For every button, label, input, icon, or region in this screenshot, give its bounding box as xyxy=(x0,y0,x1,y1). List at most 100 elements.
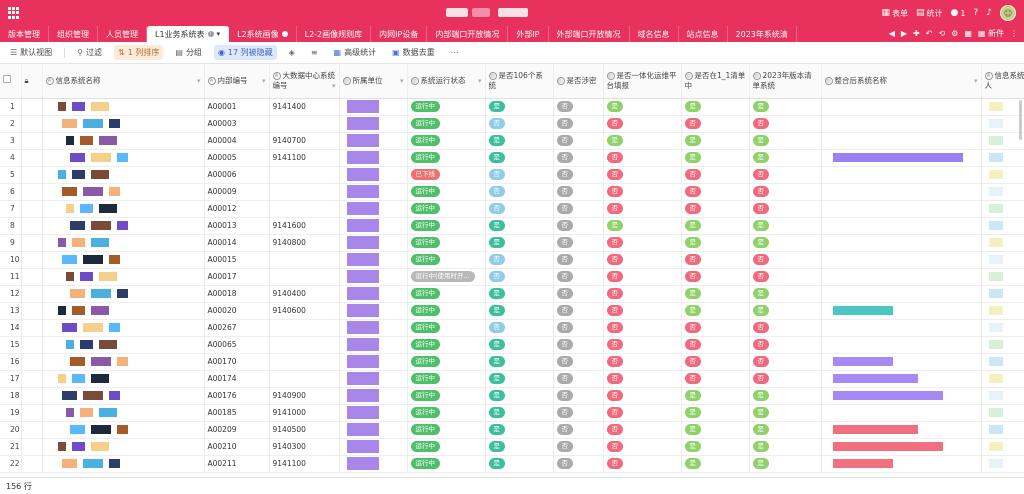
cell-contact[interactable] xyxy=(981,166,1024,184)
cell-contact[interactable] xyxy=(981,217,1024,235)
cell-unit[interactable] xyxy=(339,387,408,405)
cell-y23[interactable]: 否 xyxy=(749,353,822,371)
cell-s106[interactable]: 否 xyxy=(485,251,554,269)
col-header-106[interactable]: ◎ 是否106个系统 xyxy=(485,64,554,99)
cell-yt[interactable]: 否 xyxy=(603,268,682,286)
cell-bigdata-id[interactable]: 9141400 xyxy=(269,98,340,116)
cell-unit[interactable] xyxy=(339,302,408,320)
row-select-cell[interactable]: 19 xyxy=(0,404,22,422)
cell-q11[interactable]: 是 xyxy=(681,234,750,252)
chevron-down-icon[interactable]: ▾ xyxy=(262,76,266,86)
row-handle-cell[interactable] xyxy=(21,217,43,235)
cell-q11[interactable]: 是 xyxy=(681,387,750,405)
cell-internal-id[interactable]: A00209 xyxy=(204,421,270,439)
cell-merged-name[interactable] xyxy=(821,132,982,150)
row-select-cell[interactable]: 15 xyxy=(0,336,22,354)
cell-sm[interactable]: 否 xyxy=(553,251,604,269)
chevron-down-icon[interactable]: ▾ xyxy=(197,76,201,86)
cell-s106[interactable]: 否 xyxy=(485,115,554,133)
row-select-cell[interactable]: 3 xyxy=(0,132,22,150)
cell-q11[interactable]: 否 xyxy=(681,353,750,371)
cell-sm[interactable]: 否 xyxy=(553,115,604,133)
cell-q11[interactable]: 是 xyxy=(681,421,750,439)
cell-system-name[interactable] xyxy=(42,387,205,405)
cell-merged-name[interactable] xyxy=(821,251,982,269)
cell-internal-id[interactable]: A00211 xyxy=(204,455,270,473)
tab-version[interactable]: 版本管理 xyxy=(0,26,49,42)
cell-system-name[interactable] xyxy=(42,132,205,150)
cell-contact[interactable] xyxy=(981,115,1024,133)
cell-sm[interactable]: 否 xyxy=(553,370,604,388)
row-select-cell[interactable]: 6 xyxy=(0,183,22,201)
cell-bigdata-id[interactable]: 9140600 xyxy=(269,302,340,320)
cell-y23[interactable]: 是 xyxy=(749,387,822,405)
table-row[interactable]: 16 A00170 运行中 是 否 否 否 否 xyxy=(0,353,1024,371)
cell-q11[interactable]: 否 xyxy=(681,115,750,133)
scroll-tabs-right-icon[interactable]: ▶ xyxy=(901,29,907,38)
table-row[interactable]: 3 A00004 9140700 运行中 是 否 是 是 是 xyxy=(0,132,1024,150)
cell-yt[interactable]: 是 xyxy=(603,98,682,116)
cell-contact[interactable] xyxy=(981,455,1024,473)
cell-sm[interactable]: 否 xyxy=(553,336,604,354)
col-header-list-1-1[interactable]: ◎ 是否在1_1清单中 xyxy=(681,64,750,99)
cell-unit[interactable] xyxy=(339,319,408,337)
cell-internal-id[interactable]: A00018 xyxy=(204,285,270,303)
cell-s106[interactable]: 是 xyxy=(485,302,554,320)
cell-unit[interactable] xyxy=(339,183,408,201)
cell-internal-id[interactable]: A00004 xyxy=(204,132,270,150)
cell-y23[interactable]: 是 xyxy=(749,217,822,235)
cell-bigdata-id[interactable] xyxy=(269,166,340,184)
cell-merged-name[interactable] xyxy=(821,268,982,286)
cell-st[interactable]: 运行中 xyxy=(407,132,486,150)
cell-s106[interactable]: 否 xyxy=(485,319,554,337)
tab-l2-portrait[interactable]: L2系统画像 xyxy=(229,26,297,42)
cell-system-name[interactable] xyxy=(42,98,205,116)
cell-q11[interactable]: 否 xyxy=(681,370,750,388)
more-tools-button[interactable]: ⋯ xyxy=(447,46,463,59)
cell-st[interactable]: 运行中 xyxy=(407,387,486,405)
cell-contact[interactable] xyxy=(981,438,1024,456)
tab-internal-ports[interactable]: 内部端口开放情况 xyxy=(427,26,509,42)
cell-q11[interactable]: 否 xyxy=(681,200,750,218)
cell-q11[interactable]: 是 xyxy=(681,149,750,167)
cell-st[interactable]: 运行中 xyxy=(407,455,486,473)
cell-s106[interactable]: 是 xyxy=(485,353,554,371)
cell-system-name[interactable] xyxy=(42,370,205,388)
cell-sm[interactable]: 否 xyxy=(553,98,604,116)
cell-q11[interactable]: 是 xyxy=(681,438,750,456)
group-button[interactable]: ▤ 分组 xyxy=(171,45,206,60)
cell-q11[interactable]: 是 xyxy=(681,302,750,320)
cell-bigdata-id[interactable]: 9141000 xyxy=(269,404,340,422)
cell-y23[interactable]: 是 xyxy=(749,421,822,439)
cell-yt[interactable]: 否 xyxy=(603,404,682,422)
table-row[interactable]: 5 A00006 已下线 否 否 否 否 否 xyxy=(0,166,1024,184)
row-select-cell[interactable]: 12 xyxy=(0,285,22,303)
row-handle-cell[interactable] xyxy=(21,115,43,133)
cell-s106[interactable]: 否 xyxy=(485,200,554,218)
cell-internal-id[interactable]: A00012 xyxy=(204,200,270,218)
cell-yt[interactable]: 否 xyxy=(603,438,682,456)
cell-contact[interactable] xyxy=(981,370,1024,388)
cell-merged-name[interactable] xyxy=(821,149,982,167)
cell-sm[interactable]: 否 xyxy=(553,234,604,252)
table-row[interactable]: 15 A00065 运行中 是 否 否 否 否 xyxy=(0,336,1024,354)
cell-yt[interactable]: 否 xyxy=(603,302,682,320)
cell-system-name[interactable] xyxy=(42,353,205,371)
cell-y23[interactable]: 是 xyxy=(749,455,822,473)
cell-unit[interactable] xyxy=(339,149,408,167)
row-select-cell[interactable]: 5 xyxy=(0,166,22,184)
cell-q11[interactable]: 是 xyxy=(681,455,750,473)
cell-q11[interactable]: 是 xyxy=(681,217,750,235)
cell-bigdata-id[interactable]: 9140500 xyxy=(269,421,340,439)
cell-sm[interactable]: 否 xyxy=(553,438,604,456)
cell-contact[interactable] xyxy=(981,268,1024,286)
cell-s106[interactable]: 是 xyxy=(485,455,554,473)
tab-intranet-ip[interactable]: 内网IP设备 xyxy=(371,26,428,42)
cell-st[interactable]: 运行中 xyxy=(407,438,486,456)
cell-merged-name[interactable] xyxy=(821,302,982,320)
cell-bigdata-id[interactable] xyxy=(269,251,340,269)
cell-system-name[interactable] xyxy=(42,438,205,456)
row-select-cell[interactable]: 1 xyxy=(0,98,22,116)
row-handle-cell[interactable] xyxy=(21,251,43,269)
cell-yt[interactable]: 否 xyxy=(603,166,682,184)
